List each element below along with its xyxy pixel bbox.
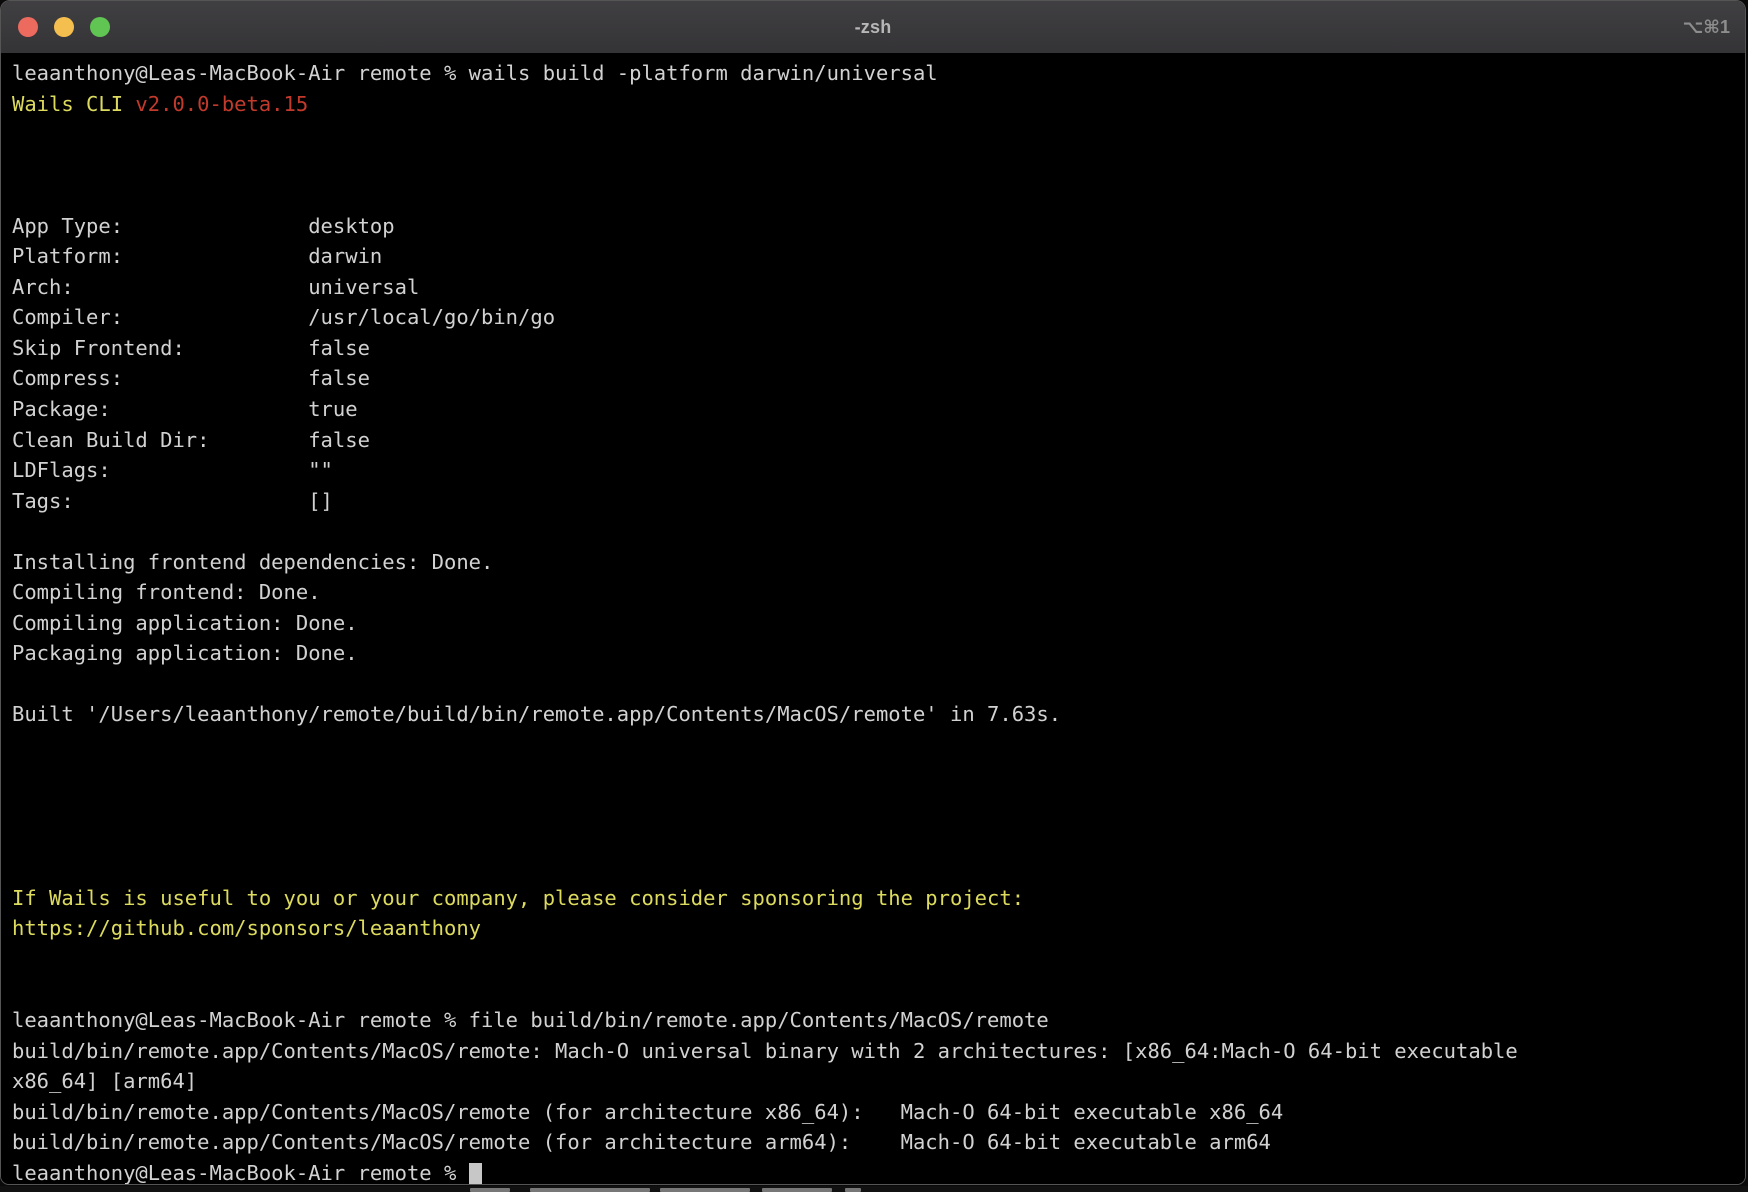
terminal-line: Skip Frontend: false	[12, 333, 1745, 364]
terminal-line	[12, 119, 1745, 150]
terminal-line: Compiler: /usr/local/go/bin/go	[12, 302, 1745, 333]
terminal-line: Compiling application: Done.	[12, 608, 1745, 639]
terminal-line	[12, 761, 1745, 792]
terminal-line: If Wails is useful to you or your compan…	[12, 883, 1745, 914]
terminal-line	[12, 516, 1745, 547]
window-title: -zsh	[855, 17, 892, 38]
terminal-line	[12, 791, 1745, 822]
terminal-line: Packaging application: Done.	[12, 638, 1745, 669]
terminal-line	[12, 150, 1745, 181]
terminal-line: build/bin/remote.app/Contents/MacOS/remo…	[12, 1036, 1745, 1067]
background-text-fragment	[470, 1188, 510, 1192]
terminal-line: Built '/Users/leaanthony/remote/build/bi…	[12, 699, 1745, 730]
terminal-line	[12, 730, 1745, 761]
terminal-line	[12, 180, 1745, 211]
traffic-lights	[18, 17, 110, 37]
window-titlebar[interactable]: -zsh ⌥⌘1	[1, 1, 1745, 54]
terminal-line: Installing frontend dependencies: Done.	[12, 547, 1745, 578]
terminal-line: LDFlags: ""	[12, 455, 1745, 486]
terminal-line: Wails CLI v2.0.0-beta.15	[12, 89, 1745, 120]
terminal-line: Compress: false	[12, 363, 1745, 394]
terminal-line: build/bin/remote.app/Contents/MacOS/remo…	[12, 1097, 1745, 1128]
terminal-line: leaanthony@Leas-MacBook-Air remote % wai…	[12, 58, 1745, 89]
terminal-line	[12, 852, 1745, 883]
terminal-line: Package: true	[12, 394, 1745, 425]
close-button[interactable]	[18, 17, 38, 37]
background-text-fragment	[845, 1188, 861, 1192]
terminal-output[interactable]: leaanthony@Leas-MacBook-Air remote % wai…	[1, 54, 1745, 1185]
background-text-fragment	[660, 1188, 750, 1192]
terminal-line: Tags: []	[12, 486, 1745, 517]
terminal-line: x86_64] [arm64]	[12, 1066, 1745, 1097]
terminal-line: leaanthony@Leas-MacBook-Air remote % fil…	[12, 1005, 1745, 1036]
terminal-line	[12, 974, 1745, 1005]
terminal-line: https://github.com/sponsors/leaanthony	[12, 913, 1745, 944]
zoom-button[interactable]	[90, 17, 110, 37]
terminal-window: -zsh ⌥⌘1 leaanthony@Leas-MacBook-Air rem…	[0, 0, 1746, 1185]
terminal-line: Platform: darwin	[12, 241, 1745, 272]
background-window-sliver	[0, 1186, 1748, 1192]
terminal-line: App Type: desktop	[12, 211, 1745, 242]
minimize-button[interactable]	[54, 17, 74, 37]
terminal-line	[12, 822, 1745, 853]
terminal-line: Compiling frontend: Done.	[12, 577, 1745, 608]
background-text-fragment	[762, 1188, 832, 1192]
terminal-line: build/bin/remote.app/Contents/MacOS/remo…	[12, 1127, 1745, 1158]
window-shortcut-badge: ⌥⌘1	[1683, 1, 1730, 53]
terminal-line: Clean Build Dir: false	[12, 425, 1745, 456]
terminal-line: leaanthony@Leas-MacBook-Air remote %	[12, 1158, 1745, 1185]
terminal-line: Arch: universal	[12, 272, 1745, 303]
terminal-line	[12, 669, 1745, 700]
terminal-line	[12, 944, 1745, 975]
background-text-fragment	[530, 1188, 650, 1192]
text-cursor	[469, 1163, 482, 1185]
